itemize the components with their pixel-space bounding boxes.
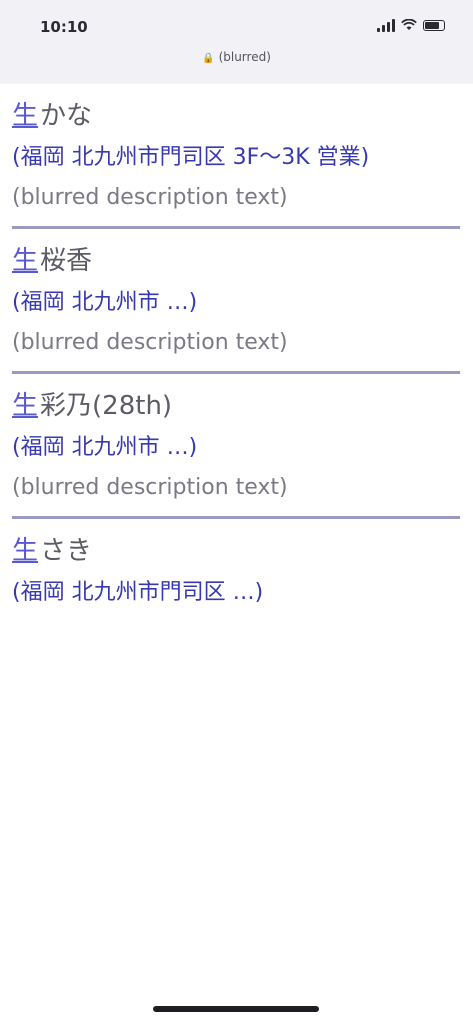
lock-icon: 🔒 — [202, 53, 215, 64]
entry-description: (blurred description text) — [12, 475, 288, 500]
entry-name: 桜香 — [40, 246, 93, 276]
entry-link[interactable]: 生 — [12, 100, 38, 132]
wifi-icon — [401, 19, 417, 30]
entry-name: 彩乃(28th) — [40, 391, 173, 421]
list-item: 生 かな (福岡 北九州市門司区 3F〜3K 営業) (blurred desc… — [12, 100, 460, 229]
listing: 生 かな (福岡 北九州市門司区 3F〜3K 営業) (blurred desc… — [12, 84, 460, 621]
list-item: 生 彩乃(28th) (福岡 北九州市 …) (blurred descript… — [12, 390, 460, 519]
entry-title: 生 彩乃(28th) — [12, 390, 460, 422]
entry-title: 生 かな — [12, 100, 460, 132]
entry-address[interactable]: (福岡 北九州市 …) — [12, 283, 460, 323]
home-indicator[interactable] — [153, 1006, 319, 1012]
entry-address[interactable]: (福岡 北九州市門司区 …) — [12, 573, 460, 613]
entry-address[interactable]: (福岡 北九州市 …) — [12, 428, 460, 468]
entry-title: 生 桜香 — [12, 245, 460, 277]
url-text: (blurred) — [218, 50, 271, 64]
entry-name: かな — [40, 101, 93, 131]
url-bar[interactable]: 🔒 (blurred) — [0, 50, 473, 64]
entry-link[interactable]: 生 — [12, 535, 38, 567]
status-time: 10:10 — [40, 18, 88, 36]
entry-title: 生 さき — [12, 535, 460, 567]
entry-name: さき — [40, 536, 93, 566]
entry-description: (blurred description text) — [12, 330, 288, 355]
entry-address[interactable]: (福岡 北九州市門司区 3F〜3K 営業) — [12, 138, 460, 178]
entry-description: (blurred description text) — [12, 185, 288, 210]
status-icons — [377, 18, 445, 32]
list-item: 生 桜香 (福岡 北九州市 …) (blurred description te… — [12, 245, 460, 374]
list-item: 生 さき (福岡 北九州市門司区 …) — [12, 535, 460, 621]
status-bar: 10:10 🔒 (blurred) — [0, 0, 473, 84]
signal-icon — [377, 18, 395, 32]
entry-link[interactable]: 生 — [12, 390, 38, 422]
entry-link[interactable]: 生 — [12, 245, 38, 277]
battery-icon — [423, 19, 445, 31]
